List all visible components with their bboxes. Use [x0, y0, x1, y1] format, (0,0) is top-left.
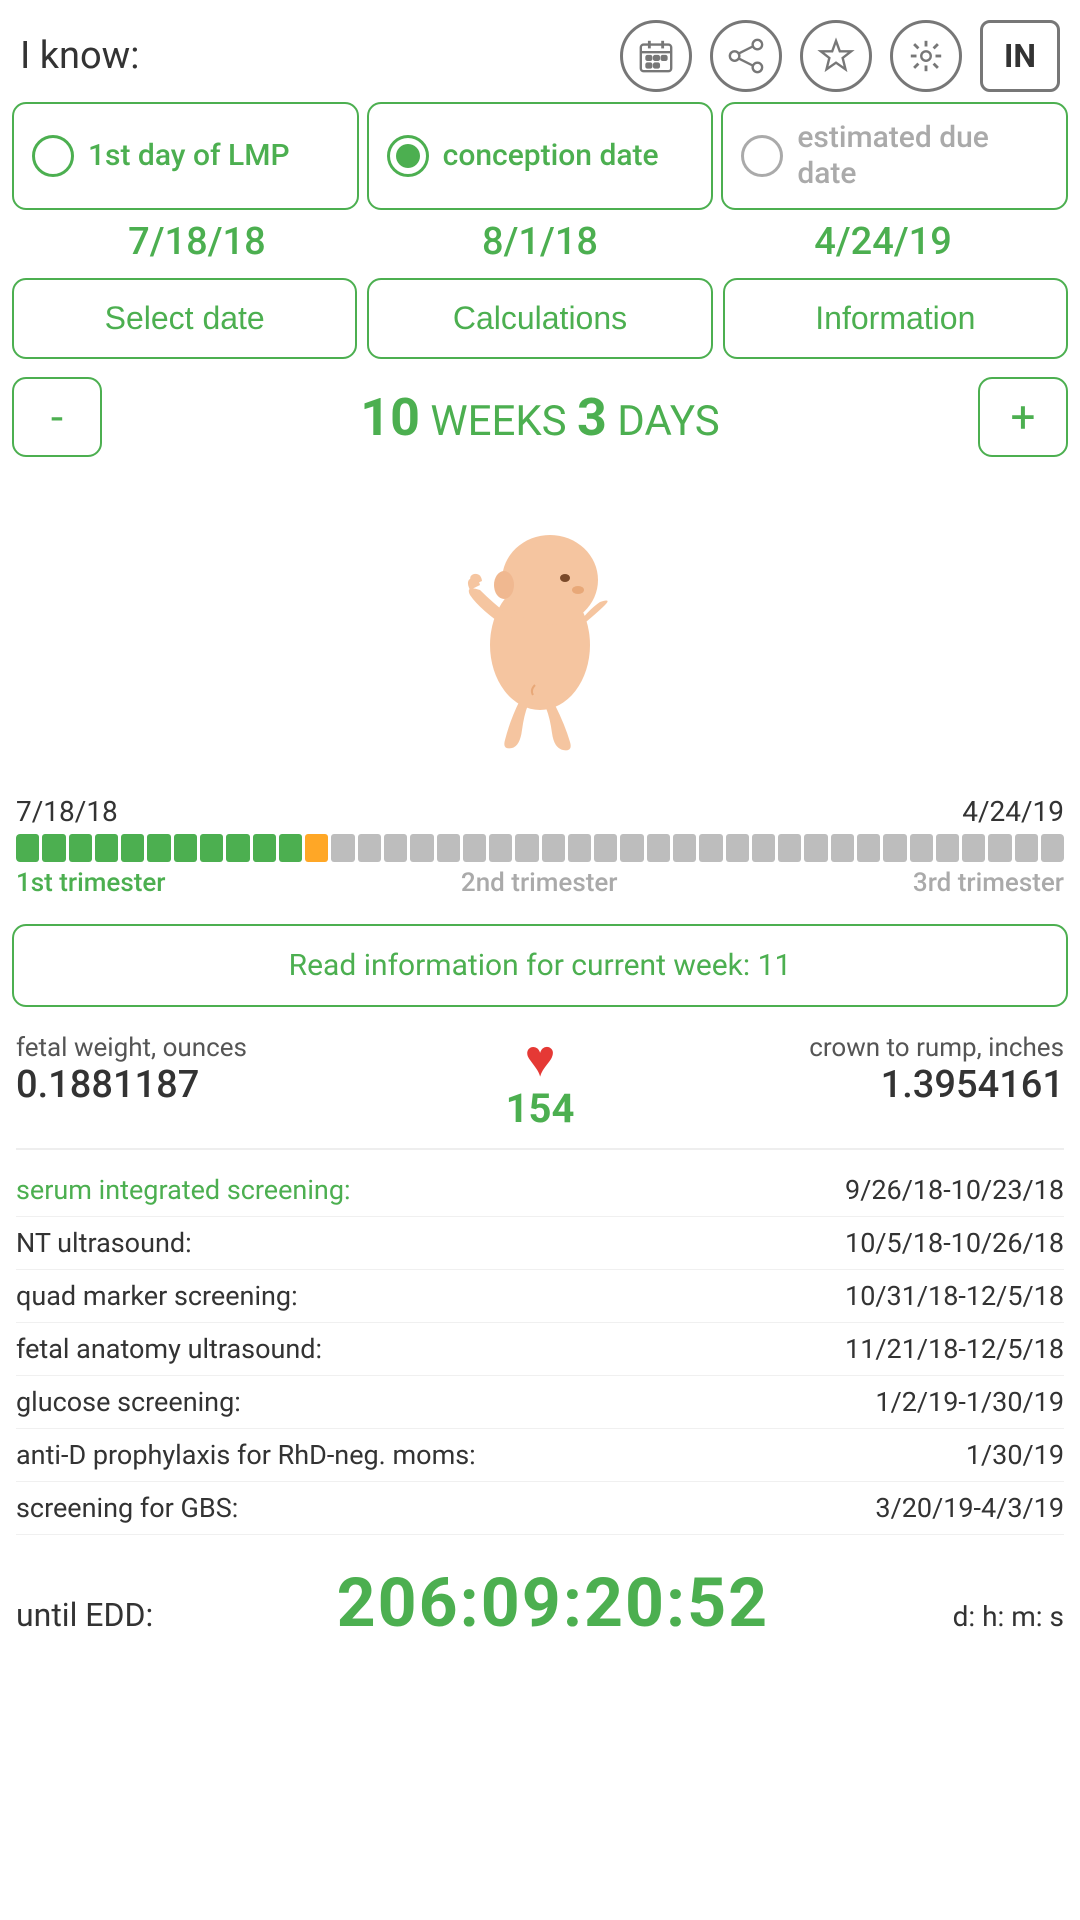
heart-count: 154 [506, 1085, 575, 1132]
heart-stat: ♥ 154 [480, 1033, 600, 1132]
screening-label: glucose screening: [16, 1386, 241, 1418]
week-display: 10 WEEKS 3 DAYS [114, 387, 966, 448]
fetal-weight-value: 0.1881187 [16, 1063, 470, 1107]
screening-row: glucose screening: 1/2/19-1/30/19 [16, 1376, 1064, 1429]
progress-dates: 7/18/18 4/24/19 [16, 795, 1064, 828]
weeks-label: WEEKS [420, 397, 577, 446]
calendar-icon[interactable] [620, 20, 692, 92]
edd-date: 4/24/19 [814, 220, 952, 264]
screening-row: screening for GBS: 3/20/19-4/3/19 [16, 1482, 1064, 1535]
screening-value: 10/5/18-10/26/18 [845, 1227, 1064, 1259]
progress-start-date: 7/18/18 [16, 795, 118, 828]
screening-row: serum integrated screening: 9/26/18-10/23… [16, 1164, 1064, 1217]
lmp-date: 7/18/18 [128, 220, 266, 264]
days-label: DAYS [607, 397, 720, 446]
radio-edd[interactable]: estimated due date [721, 102, 1068, 210]
divider [16, 1148, 1064, 1150]
screening-value: 9/26/18-10/23/18 [845, 1174, 1064, 1206]
radio-conception[interactable]: conception date [367, 102, 714, 210]
info-week-button[interactable]: Read information for current week: 11 [12, 924, 1068, 1007]
screening-value: 10/31/18-12/5/18 [845, 1280, 1064, 1312]
star-icon[interactable] [800, 20, 872, 92]
fetus-container [0, 465, 1080, 785]
week-row: - 10 WEEKS 3 DAYS + [0, 369, 1080, 465]
plus-button[interactable]: + [978, 377, 1068, 457]
screening-label: quad marker screening: [16, 1280, 298, 1312]
progress-end-date: 4/24/19 [962, 795, 1064, 828]
share-icon[interactable] [710, 20, 782, 92]
settings-icon[interactable] [890, 20, 962, 92]
screening-value: 1/2/19-1/30/19 [875, 1386, 1064, 1418]
select-date-button[interactable]: Select date [12, 278, 357, 359]
action-buttons: Select date Calculations Information [0, 278, 1080, 359]
screening-value: 11/21/18-12/5/18 [845, 1333, 1064, 1365]
calculations-button[interactable]: Calculations [367, 278, 712, 359]
edd-units: d: h: m: s [953, 1600, 1064, 1633]
radio-conception-inner [396, 144, 420, 168]
information-button[interactable]: Information [723, 278, 1068, 359]
radio-edd-label: estimated due date [797, 120, 1048, 192]
screening-table: serum integrated screening: 9/26/18-10/23… [0, 1156, 1080, 1543]
screening-label: fetal anatomy ultrasound: [16, 1333, 322, 1365]
conception-date: 8/1/18 [482, 220, 598, 264]
top-bar: I know: [0, 0, 1080, 102]
radio-lmp[interactable]: 1st day of LMP [12, 102, 359, 210]
in-button[interactable]: IN [980, 20, 1060, 92]
heart-icon: ♥ [525, 1033, 556, 1085]
radio-lmp-circle [32, 135, 74, 177]
radio-conception-label: conception date [443, 138, 659, 174]
screening-row: anti-D prophylaxis for RhD-neg. moms: 1/3… [16, 1429, 1064, 1482]
crown-rump-label: crown to rump, inches [610, 1033, 1064, 1063]
fetus-image [430, 490, 650, 770]
crown-rump-stat: crown to rump, inches 1.3954161 [610, 1033, 1064, 1107]
fetal-weight-label: fetal weight, ounces [16, 1033, 470, 1063]
weeks-number: 10 [360, 387, 420, 448]
fetal-weight-stat: fetal weight, ounces 0.1881187 [16, 1033, 470, 1107]
trimester-labels: 1st trimester 2nd trimester 3rd trimeste… [16, 868, 1064, 898]
days-number: 3 [577, 387, 607, 448]
screening-row: fetal anatomy ultrasound: 11/21/18-12/5/1… [16, 1323, 1064, 1376]
screening-row: NT ultrasound: 10/5/18-10/26/18 [16, 1217, 1064, 1270]
radio-lmp-label: 1st day of LMP [88, 138, 290, 174]
top-icons: IN [620, 20, 1060, 92]
trimester-1-label: 1st trimester [16, 868, 166, 898]
screening-label: anti-D prophylaxis for RhD-neg. moms: [16, 1439, 476, 1471]
screening-label: NT ultrasound: [16, 1227, 192, 1259]
minus-button[interactable]: - [12, 377, 102, 457]
screening-label: serum integrated screening: [16, 1174, 351, 1206]
edd-row: until EDD: 206:09:20:52 d: h: m: s [0, 1543, 1080, 1663]
crown-rump-value: 1.3954161 [610, 1063, 1064, 1107]
trimester-3-label: 3rd trimester [913, 868, 1064, 898]
progress-bar [16, 834, 1064, 862]
i-know-label: I know: [20, 34, 139, 78]
stats-row: fetal weight, ounces 0.1881187 ♥ 154 cro… [0, 1023, 1080, 1142]
dates-row: 7/18/18 8/1/18 4/24/19 [0, 210, 1080, 278]
screening-label: screening for GBS: [16, 1492, 238, 1524]
radio-options: 1st day of LMP conception date estimated… [0, 102, 1080, 210]
radio-edd-circle [741, 135, 783, 177]
screening-row: quad marker screening: 10/31/18-12/5/18 [16, 1270, 1064, 1323]
screening-value: 1/30/19 [966, 1439, 1064, 1471]
progress-section: 7/18/18 4/24/19 1st trimester 2nd trimes… [0, 785, 1080, 908]
radio-conception-circle [387, 135, 429, 177]
edd-countdown: 206:09:20:52 [337, 1563, 770, 1643]
trimester-2-label: 2nd trimester [461, 868, 618, 898]
screening-value: 3/20/19-4/3/19 [875, 1492, 1064, 1524]
edd-label: until EDD: [16, 1596, 153, 1634]
